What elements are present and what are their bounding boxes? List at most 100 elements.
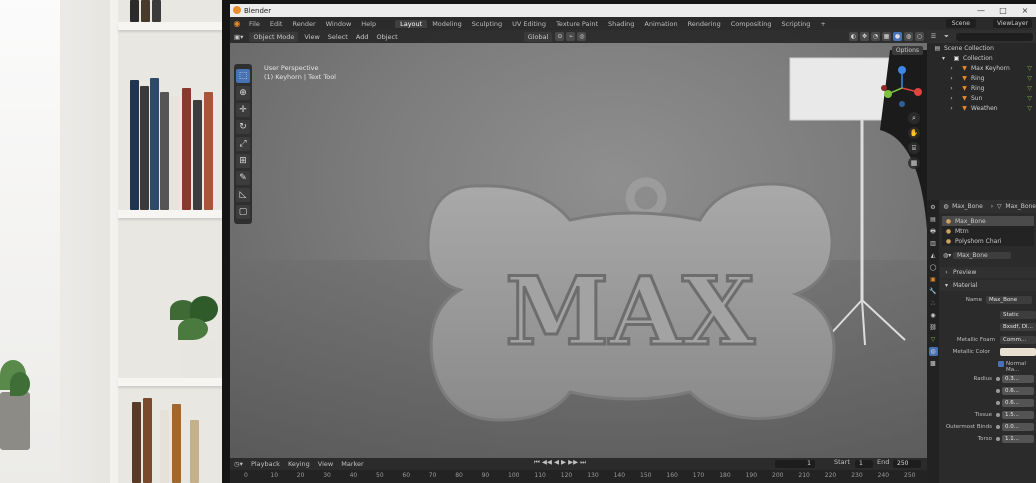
snap-icon[interactable]: ⌁ <box>566 32 576 41</box>
maximize-button[interactable]: □ <box>992 4 1014 17</box>
normal-map-checkbox[interactable] <box>998 361 1004 367</box>
cursor-tool-icon[interactable]: ⊕ <box>236 86 250 100</box>
tool-tab-icon[interactable]: ⚙ <box>929 203 938 212</box>
object-tab-icon[interactable]: ▣ <box>929 275 938 284</box>
tab-compositing[interactable]: Compositing <box>726 20 777 28</box>
view-menu[interactable]: View <box>314 460 337 468</box>
menu-edit[interactable]: Edit <box>265 20 288 28</box>
expand-arrow-icon[interactable]: › <box>948 85 955 92</box>
material-section-header[interactable]: ▾ Material <box>940 280 1036 291</box>
property-value-field[interactable]: 1.5... <box>1002 411 1034 419</box>
select-menu[interactable]: Select <box>324 33 352 41</box>
editor-type-icon[interactable]: ▣▾ <box>230 33 247 41</box>
menu-window[interactable]: Window <box>321 20 357 28</box>
view-layer-selector[interactable]: ViewLayer <box>993 19 1032 28</box>
marker-menu[interactable]: Marker <box>337 460 367 468</box>
outliner-item[interactable]: › ▼ Weathen ▽ <box>927 103 1036 113</box>
measure-tool-icon[interactable]: ◺ <box>236 188 250 202</box>
blender-menu-icon[interactable]: ◉ <box>230 19 244 28</box>
outliner-item[interactable]: › ▼ Ring ▽ <box>927 73 1036 83</box>
material-slot-list[interactable]: ● Max_Bone ● Mtrn ● Polyshom Chari <box>942 216 1034 246</box>
keyframe-dot-icon[interactable] <box>996 425 1000 429</box>
xray-icon[interactable]: ▦ <box>882 32 891 41</box>
timeline-ruler[interactable]: 0 10 20 30 40 50 60 70 80 90 100 110 120 130 140 150 160… <box>230 470 927 483</box>
expand-arrow-icon[interactable]: › <box>948 95 955 102</box>
expand-arrow-icon[interactable]: ▾ <box>943 282 950 289</box>
annotate-tool-icon[interactable]: ✎ <box>236 171 250 185</box>
start-frame-field[interactable]: 1 <box>855 460 873 468</box>
transform-orientation-selector[interactable]: Global <box>523 31 553 42</box>
material-tab-icon[interactable]: ◍ <box>928 347 938 356</box>
navigation-gizmo[interactable] <box>880 66 924 110</box>
object-menu[interactable]: Object <box>372 33 401 41</box>
scale-tool-icon[interactable]: ⤢ <box>236 137 250 151</box>
keyframe-dot-icon[interactable] <box>996 377 1000 381</box>
tab-scripting[interactable]: Scripting <box>777 20 816 28</box>
scene-selector[interactable]: Scene <box>945 19 976 28</box>
output-tab-icon[interactable]: 🖶 <box>929 227 938 236</box>
material-browse-icon[interactable]: ◍▾ <box>943 252 951 259</box>
metallic-field[interactable]: Comm... <box>1000 336 1036 344</box>
select-tool-icon[interactable]: ⬚ <box>236 69 250 83</box>
world-tab-icon[interactable]: ◯ <box>929 263 938 272</box>
material-shading-icon[interactable]: ◍ <box>904 32 913 41</box>
filter-icon[interactable]: ⏷ <box>943 33 950 40</box>
expand-arrow-icon[interactable]: › <box>948 75 955 82</box>
add-menu[interactable]: Add <box>352 33 373 41</box>
tab-animation[interactable]: Animation <box>639 20 682 28</box>
keyframe-dot-icon[interactable] <box>996 437 1000 441</box>
move-tool-icon[interactable]: ✛ <box>236 103 250 117</box>
rendered-shading-icon[interactable]: ○ <box>915 32 924 41</box>
material-slot[interactable]: ● Max_Bone <box>942 216 1034 226</box>
current-frame-field[interactable]: 1 <box>775 460 815 468</box>
shader-field[interactable]: Bxsdf, Dl... <box>1000 323 1036 331</box>
close-button[interactable]: × <box>1014 4 1036 17</box>
type-field[interactable]: Static <box>1000 311 1036 319</box>
pan-icon[interactable]: ✋ <box>908 127 920 139</box>
menu-file[interactable]: File <box>244 20 265 28</box>
outliner-search-input[interactable] <box>956 32 1033 41</box>
property-value-field[interactable]: 0.6... <box>1002 387 1034 395</box>
scene-tab-icon[interactable]: ◭ <box>929 251 938 260</box>
camera-view-icon[interactable]: ⌸ <box>908 142 920 154</box>
expand-arrow-icon[interactable]: ▾ <box>940 55 947 62</box>
outliner-item[interactable]: › ▼ Sun ▽ <box>927 93 1036 103</box>
physics-tab-icon[interactable]: ◉ <box>929 311 938 320</box>
gizmo-toggle-icon[interactable]: ✥ <box>860 32 869 41</box>
view-menu[interactable]: View <box>300 33 323 41</box>
keyframe-dot-icon[interactable] <box>996 389 1000 393</box>
tab-uv-editing[interactable]: UV Editing <box>507 20 551 28</box>
texture-tab-icon[interactable]: ▩ <box>929 359 938 368</box>
3d-viewport[interactable]: MAX ▣▾ Object Mode View Select Add Objec… <box>230 30 927 458</box>
tab-shading[interactable]: Shading <box>603 20 639 28</box>
minimize-button[interactable]: — <box>970 4 992 17</box>
proportional-edit-icon[interactable]: ◎ <box>577 32 587 41</box>
solid-shading-icon[interactable]: ● <box>893 32 902 41</box>
data-tab-icon[interactable]: ▽ <box>929 335 938 344</box>
material-slot[interactable]: ● Mtrn <box>942 226 1034 236</box>
expand-arrow-icon[interactable]: › <box>948 65 955 72</box>
scene-collection-row[interactable]: ▤ Scene Collection <box>927 43 1036 53</box>
mode-selector[interactable]: Object Mode <box>249 31 299 42</box>
property-value-field[interactable]: 0.3... <box>1002 375 1034 383</box>
property-value-field[interactable]: 0.0... <box>1002 423 1034 431</box>
tab-texture-paint[interactable]: Texture Paint <box>551 20 603 28</box>
perspective-toggle-icon[interactable]: ▦ <box>908 157 920 169</box>
tab-rendering[interactable]: Rendering <box>683 20 726 28</box>
outliner-item[interactable]: › ▼ Ring ▽ <box>927 83 1036 93</box>
tab-modeling[interactable]: Modeling <box>427 20 467 28</box>
preview-section-header[interactable]: › Preview <box>940 267 1036 278</box>
expand-arrow-icon[interactable]: › <box>948 105 955 112</box>
playback-controls[interactable]: ⏮ ◀◀ ◀ ▶ ▶▶ ⏭ <box>530 458 590 467</box>
particles-tab-icon[interactable]: ∴ <box>929 299 938 308</box>
property-value-field[interactable]: 1.1... <box>1002 435 1034 443</box>
surface-field[interactable]: Max_Bone <box>986 296 1032 304</box>
collapse-arrow-icon[interactable]: › <box>943 269 950 276</box>
zoom-icon[interactable]: ⌕ <box>908 112 920 124</box>
modifier-tab-icon[interactable]: 🔧 <box>929 287 938 296</box>
tab-sculpting[interactable]: Sculpting <box>467 20 507 28</box>
visibility-icon[interactable]: ◐ <box>849 32 858 41</box>
timeline-editor-icon[interactable]: ◷▾ <box>230 460 247 468</box>
render-tab-icon[interactable]: ▤ <box>929 215 938 224</box>
material-slot[interactable]: ● Polyshom Chari <box>942 236 1034 246</box>
